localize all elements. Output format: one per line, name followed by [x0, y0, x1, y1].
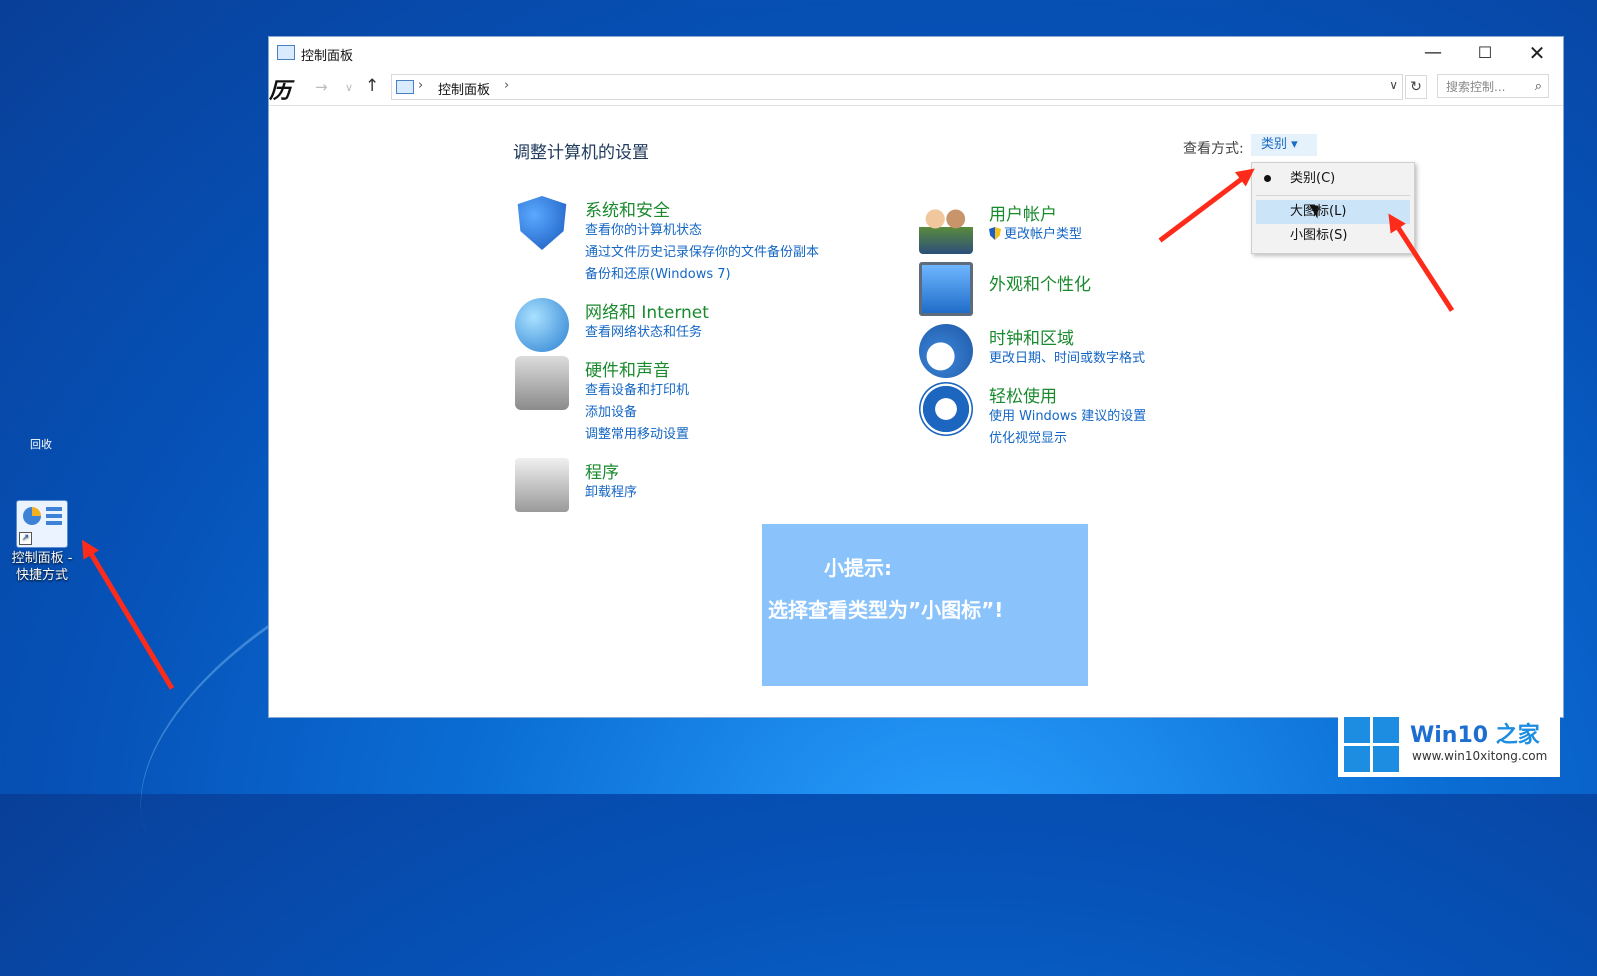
link-add-device[interactable]: 添加设备 — [585, 402, 689, 424]
category-title-appearance[interactable]: 外观和个性化 — [989, 270, 1091, 295]
address-bar[interactable]: › 控制面板 › ∨ — [391, 74, 1403, 100]
desktop-partial-label: 回收 — [30, 438, 52, 451]
category-title-clock[interactable]: 时钟和区域 — [989, 324, 1074, 349]
link-backup-restore[interactable]: 备份和还原(Windows 7) — [585, 264, 819, 286]
link-mobility-settings[interactable]: 调整常用移动设置 — [585, 424, 689, 446]
address-row: 历 → ∨ ↑ › 控制面板 › ∨ ↻ 搜索控制... ⌕ — [269, 69, 1563, 106]
close-button[interactable]: ✕ — [1511, 37, 1563, 69]
view-by-dropdown[interactable]: 类别 ▾ — [1251, 134, 1317, 156]
tip-heading: 小提示: — [824, 556, 892, 580]
category-title-users[interactable]: 用户帐户 — [989, 200, 1057, 225]
selected-bullet-icon — [1264, 175, 1271, 182]
menu-item-category[interactable]: 类别(C) — [1256, 167, 1410, 191]
shortcut-arrow-icon: ↗ — [19, 532, 32, 545]
search-input[interactable]: 搜索控制... ⌕ — [1437, 74, 1549, 98]
link-date-time-format[interactable]: 更改日期、时间或数字格式 — [989, 348, 1145, 370]
category-title-network[interactable]: 网络和 Internet — [585, 298, 709, 323]
view-by-menu: 类别(C) 大图标(L) 小图标(S) — [1251, 162, 1415, 254]
minimize-button[interactable]: — — [1407, 37, 1459, 69]
programs-icon[interactable] — [515, 458, 569, 512]
control-panel-app-icon — [277, 45, 295, 60]
link-file-history[interactable]: 通过文件历史记录保存你的文件备份副本 — [585, 242, 819, 264]
control-panel-shortcut-icon[interactable]: ↗ 控制面板 - 快捷方式 — [6, 500, 78, 584]
control-panel-small-icon — [396, 80, 414, 94]
control-panel-icon: ↗ — [16, 500, 68, 548]
category-title-programs[interactable]: 程序 — [585, 458, 619, 483]
view-by-label: 查看方式: — [1183, 141, 1244, 157]
breadcrumb-separator[interactable]: › — [418, 78, 423, 93]
category-title-system[interactable]: 系统和安全 — [585, 196, 670, 221]
refresh-button[interactable]: ↻ — [1405, 75, 1427, 99]
overlay-glyph: 历 — [269, 79, 292, 104]
ease-of-access-icon[interactable] — [919, 382, 973, 436]
users-icon[interactable] — [919, 200, 973, 254]
shortcut-label-line1: 控制面板 - — [11, 551, 73, 566]
breadcrumb-control-panel[interactable]: 控制面板 — [438, 79, 490, 98]
tip-text: 选择查看类型为”小图标”! — [768, 598, 1004, 622]
window-title: 控制面板 — [301, 49, 354, 64]
windows-logo-icon — [1344, 717, 1400, 773]
watermark-url: www.win10xitong.com — [1412, 749, 1548, 763]
link-view-computer-status[interactable]: 查看你的计算机状态 — [585, 220, 819, 242]
forward-button[interactable]: → — [315, 78, 328, 96]
search-icon[interactable]: ⌕ — [1535, 75, 1542, 99]
main-content: 调整计算机的设置 查看方式: 类别 ▾ 类别(C) 大图标(L) 小图标(S) … — [269, 106, 1563, 716]
clock-globe-icon[interactable] — [919, 324, 973, 378]
tip-overlay: 小提示: 选择查看类型为”小图标”! — [762, 524, 1088, 686]
shield-icon[interactable] — [517, 196, 567, 250]
shortcut-label-line2: 快捷方式 — [15, 568, 68, 583]
maximize-button[interactable]: ☐ — [1459, 37, 1511, 69]
network-globe-icon[interactable] — [515, 298, 569, 352]
link-uninstall-program[interactable]: 卸载程序 — [585, 482, 637, 504]
link-network-status[interactable]: 查看网络状态和任务 — [585, 322, 702, 344]
printer-icon[interactable] — [515, 356, 569, 410]
uac-shield-icon — [989, 227, 1001, 240]
address-dropdown-icon[interactable]: ∨ — [1389, 78, 1398, 92]
menu-separator — [1256, 195, 1410, 196]
watermark-brand: Win10 之家 — [1410, 723, 1540, 748]
display-palette-icon[interactable] — [919, 262, 973, 316]
search-placeholder: 搜索控制... — [1446, 80, 1506, 94]
link-devices-printers[interactable]: 查看设备和打印机 — [585, 380, 689, 402]
control-panel-window: 控制面板 — ☐ ✕ 历 → ∨ ↑ › 控制面板 › ∨ ↻ 搜索控制... … — [268, 36, 1564, 718]
title-bar[interactable]: 控制面板 — ☐ ✕ — [269, 37, 1563, 69]
up-button[interactable]: ↑ — [365, 76, 379, 96]
link-change-account-type[interactable]: 更改帐户类型 — [989, 224, 1082, 246]
breadcrumb-separator-end[interactable]: › — [504, 78, 509, 93]
category-title-ease[interactable]: 轻松使用 — [989, 382, 1057, 407]
win10-watermark: Win10 之家 www.win10xitong.com — [1338, 713, 1560, 777]
page-title: 调整计算机的设置 — [513, 143, 649, 163]
link-recommended-settings[interactable]: 使用 Windows 建议的设置 — [989, 406, 1146, 428]
recent-dropdown-icon[interactable]: ∨ — [345, 81, 353, 94]
category-title-hardware[interactable]: 硬件和声音 — [585, 356, 670, 381]
annotation-arrow-shortcut — [87, 550, 175, 690]
link-optimize-visual[interactable]: 优化视觉显示 — [989, 428, 1146, 450]
